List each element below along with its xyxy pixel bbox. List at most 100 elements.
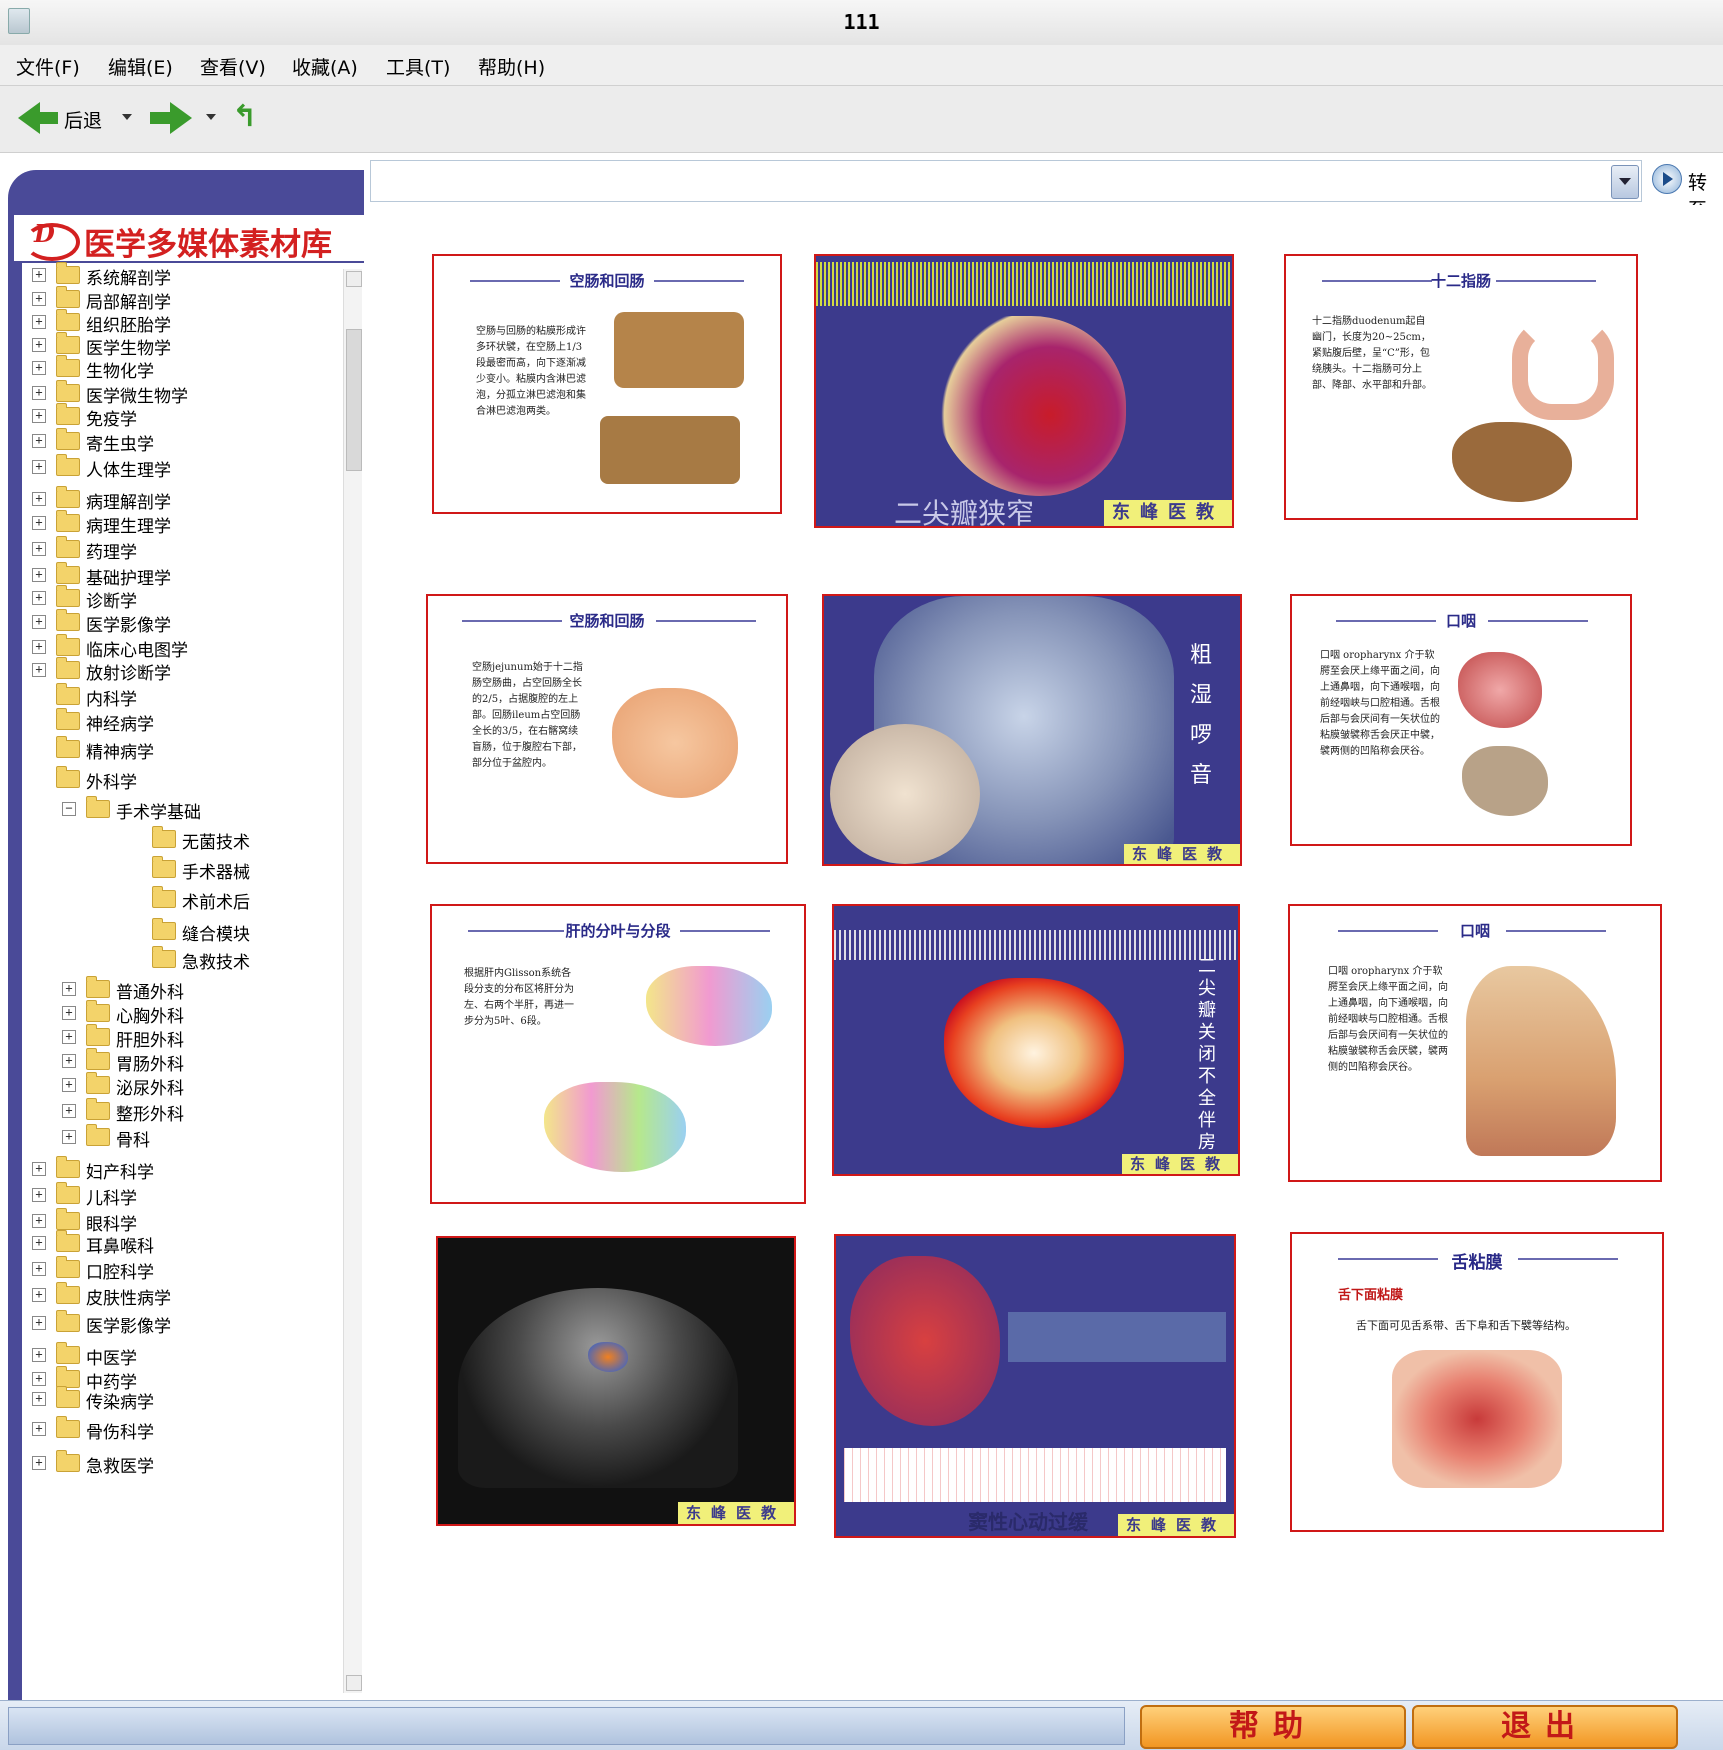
expander-icon[interactable]: +: [32, 315, 46, 329]
expander-icon[interactable]: +: [32, 591, 46, 605]
expander-icon[interactable]: +: [32, 568, 46, 582]
expander-icon[interactable]: +: [32, 1214, 46, 1228]
expander-icon[interactable]: +: [32, 434, 46, 448]
expander-icon[interactable]: +: [62, 1104, 76, 1118]
tree-scrollbar[interactable]: [343, 269, 362, 1693]
menu-file[interactable]: 文件(F): [16, 53, 80, 80]
folder-icon: [152, 826, 176, 848]
thumb-mitral-regurg[interactable]: 二尖瓣关闭不全伴房颤 东峰医教: [832, 904, 1240, 1176]
folder-icon: [56, 1342, 80, 1364]
folder-icon: [56, 309, 80, 331]
expander-icon[interactable]: +: [32, 1188, 46, 1202]
thumb-sinus-brady[interactable]: 窦性心动过缓 东峰医教: [834, 1234, 1236, 1538]
expander-icon[interactable]: +: [32, 409, 46, 423]
back-label: 后退: [64, 110, 103, 132]
expander-icon[interactable]: +: [62, 1006, 76, 1020]
expander-icon[interactable]: +: [32, 1392, 46, 1406]
expander-icon[interactable]: +: [32, 386, 46, 400]
expander-icon[interactable]: +: [62, 1054, 76, 1068]
sidebar-item-label: 中医学: [86, 1349, 137, 1369]
small-intestine-image: [612, 688, 738, 798]
thumb-jejunum[interactable]: 空肠和回肠 空肠jejunum始于十二指肠空肠曲，占空回肠全长的2/5，占据腹腔…: [426, 594, 788, 864]
expander-icon[interactable]: +: [32, 542, 46, 556]
back-arrow-icon: [18, 102, 40, 134]
expander-icon[interactable]: +: [32, 460, 46, 474]
thumb-mitral-stenosis[interactable]: 二尖瓣狭窄 东峰医教: [814, 254, 1234, 528]
expander-icon[interactable]: +: [62, 982, 76, 996]
thumb-liver-segments[interactable]: 肝的分叶与分段 根据肝内Glisson系统各段分支的分布区将肝分为左、右两个半肝…: [430, 904, 806, 1204]
scroll-thumb[interactable]: [346, 329, 362, 471]
expander-icon[interactable]: +: [32, 1236, 46, 1250]
sidebar-item-label: 急救医学: [86, 1457, 154, 1477]
expander-icon[interactable]: +: [62, 1030, 76, 1044]
expander-icon[interactable]: +: [32, 663, 46, 677]
sidebar-item-label: 肝胆外科: [116, 1031, 184, 1051]
forward-arrow-shaft: [150, 112, 170, 124]
folder-icon: [56, 1310, 80, 1332]
address-input[interactable]: [370, 160, 1642, 202]
expander-icon[interactable]: +: [32, 1316, 46, 1330]
back-dropdown-icon[interactable]: [122, 114, 132, 120]
ecg-strip-image: [844, 1448, 1226, 1502]
address-dropdown-button[interactable]: [1611, 165, 1639, 199]
expander-icon[interactable]: +: [32, 1422, 46, 1436]
sidebar-item-label: 外科学: [86, 773, 137, 793]
expander-icon[interactable]: +: [32, 1262, 46, 1276]
expander-icon[interactable]: +: [32, 1348, 46, 1362]
folder-icon: [56, 766, 80, 788]
expander-icon[interactable]: +: [62, 1078, 76, 1092]
go-icon[interactable]: [1652, 164, 1682, 194]
expander-icon[interactable]: +: [32, 492, 46, 506]
expander-icon[interactable]: +: [32, 268, 46, 282]
expander-icon[interactable]: +: [62, 1130, 76, 1144]
expander-icon[interactable]: +: [32, 615, 46, 629]
sidebar-item-label: 泌尿外科: [116, 1079, 184, 1099]
forward-dropdown-icon[interactable]: [206, 114, 216, 120]
scroll-up-icon[interactable]: [346, 271, 362, 287]
brand-badge: 东峰医教: [1123, 844, 1240, 864]
sidebar-item-label: 组织胚胎学: [86, 316, 171, 336]
slide-caption: 二尖瓣狭窄: [894, 497, 1035, 528]
thumb-jejunum-ileum[interactable]: 空肠和回肠 空肠与回肠的粘膜形成许多环状襞，在空肠上1/3段最密而高，向下逐渐减…: [432, 254, 782, 514]
scroll-down-icon[interactable]: [346, 1675, 362, 1691]
folder-icon: [86, 1000, 110, 1022]
menu-edit[interactable]: 编辑(E): [108, 53, 173, 80]
thumb-oropharynx-1[interactable]: 口咽 口咽 oropharynx 介于软腭至会厌上缘平面之间，向上通鼻咽，向下通…: [1290, 594, 1632, 846]
slide-text: 空肠jejunum始于十二指肠空肠曲，占空回肠全长的2/5，占据腹腔的左上部。回…: [472, 662, 583, 769]
sidebar-item-label: 耳鼻喉科: [86, 1237, 154, 1257]
thumb-coarse-rales[interactable]: 粗湿啰音 东峰医教: [822, 594, 1242, 866]
folder-icon: [56, 609, 80, 631]
expander-icon[interactable]: +: [32, 1372, 46, 1386]
forward-arrow-icon: [170, 102, 192, 134]
menu-view[interactable]: 查看(V): [200, 53, 266, 80]
intestine-image: [614, 312, 744, 388]
help-button[interactable]: 帮助: [1140, 1705, 1406, 1749]
thumb-duodenum[interactable]: 十二指肠 十二指肠duodenum起自幽门，长度为20~25cm，紧贴腹后壁，呈…: [1284, 254, 1638, 520]
expander-icon[interactable]: +: [32, 1288, 46, 1302]
menu-tools[interactable]: 工具(T): [386, 53, 450, 80]
expander-icon[interactable]: +: [32, 516, 46, 530]
thumb-echo[interactable]: 东峰医教: [436, 1236, 796, 1526]
folder-icon: [56, 332, 80, 354]
expander-icon[interactable]: +: [32, 361, 46, 375]
folder-icon: [56, 634, 80, 656]
expander-icon[interactable]: −: [62, 802, 76, 816]
expander-icon[interactable]: +: [32, 1456, 46, 1470]
exit-button[interactable]: 退出: [1412, 1705, 1678, 1749]
waveform-image: [816, 262, 1232, 306]
sidebar-item-label: 医学生物学: [86, 339, 171, 359]
expander-icon[interactable]: +: [32, 640, 46, 654]
expander-icon[interactable]: +: [32, 338, 46, 352]
folder-icon: [56, 1450, 80, 1472]
slide-text: 空肠与回肠的粘膜形成许多环状襞，在空肠上1/3段最密而高，向下逐渐减少变小。粘膜…: [476, 326, 586, 417]
thumb-oropharynx-2[interactable]: 口咽 口咽 oropharynx 介于软腭至会厌上缘平面之间，向上通鼻咽，向下通…: [1288, 904, 1662, 1182]
folder-icon: [56, 428, 80, 450]
heart-image: [936, 316, 1126, 496]
up-arrow-icon[interactable]: ↰: [232, 100, 260, 134]
thumb-sublingual[interactable]: 舌粘膜 舌下面粘膜 舌下面可见舌系带、舌下阜和舌下襞等结构。: [1290, 1232, 1664, 1532]
expander-icon[interactable]: +: [32, 1162, 46, 1176]
menu-help[interactable]: 帮助(H): [478, 53, 545, 80]
menu-favorites[interactable]: 收藏(A): [292, 53, 358, 80]
folder-icon: [56, 262, 80, 284]
expander-icon[interactable]: +: [32, 292, 46, 306]
